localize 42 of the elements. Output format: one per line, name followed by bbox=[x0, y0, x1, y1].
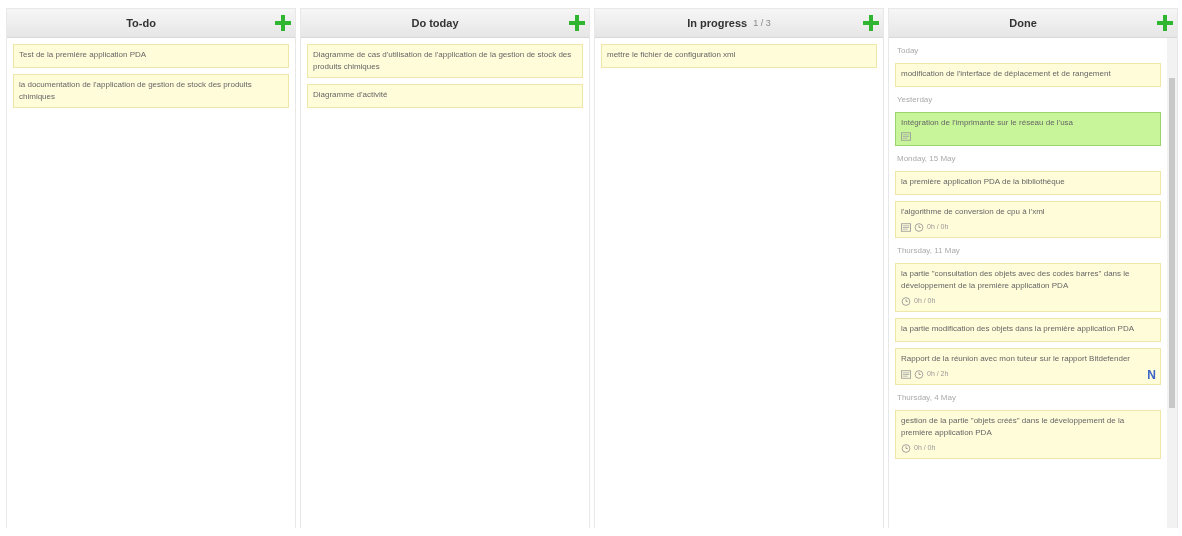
task-card[interactable]: la première application PDA de la bibliothèque bbox=[895, 171, 1161, 195]
task-card[interactable]: Intégration de l'imprimante sur le réseau de l'usa bbox=[895, 112, 1161, 146]
date-label: Monday, 15 May bbox=[896, 153, 957, 165]
task-card[interactable]: mettre le fichier de configuration xml bbox=[601, 44, 877, 68]
card-text: l'algorithme de conversion de cpu à l'xml bbox=[901, 207, 1045, 216]
card-text: gestion de la partie "objets créés" dans le développement de la première application PDA bbox=[901, 416, 1125, 437]
card-text: Intégration de l'imprimante sur le réseau de l'usa bbox=[901, 118, 1074, 127]
card-text: la première application PDA de la bibliothèque bbox=[901, 177, 1065, 186]
card-text: mettre le fichier de configuration xml bbox=[607, 50, 736, 59]
wip-count: 1 / 3 bbox=[753, 18, 771, 28]
add-icon[interactable] bbox=[1157, 15, 1173, 31]
task-card[interactable]: modification de l'interface de déplacement et de rangement bbox=[895, 63, 1161, 87]
task-card[interactable]: Diagramme de cas d'utilisation de l'application de la gestion de stock des produits chimiques bbox=[307, 44, 583, 78]
date-label: Thursday, 11 May bbox=[896, 245, 961, 257]
card-text: modification de l'interface de déplacement et de rangement bbox=[901, 69, 1111, 78]
card-text: Diagramme d'activité bbox=[313, 90, 388, 99]
date-label: Thursday, 4 May bbox=[896, 392, 957, 404]
task-card[interactable]: Diagramme d'activité bbox=[307, 84, 583, 108]
column-title: In progress bbox=[687, 17, 748, 29]
task-card[interactable]: la partie modification des objets dans la première application PDA bbox=[895, 318, 1161, 342]
clock-icon bbox=[914, 222, 924, 232]
card-text: Diagramme de cas d'utilisation de l'application de la gestion de stock des produits chimiques bbox=[313, 50, 572, 71]
card-text: Test de la première application PDA bbox=[19, 50, 147, 59]
column-title: To-do bbox=[126, 17, 156, 29]
clock-icon bbox=[901, 296, 911, 306]
card-text: la partie "consultation des objets avec des codes barres" dans le développement de la première application PDA bbox=[901, 269, 1130, 290]
add-icon[interactable] bbox=[275, 15, 291, 31]
date-label: Today bbox=[896, 45, 920, 57]
date-label: Yesterday bbox=[896, 94, 934, 106]
clock-icon bbox=[901, 443, 911, 453]
add-icon[interactable] bbox=[569, 15, 585, 31]
card-text: la partie modification des objets dans la première application PDA bbox=[901, 324, 1134, 333]
task-card[interactable]: la documentation de l'application de gestion de stock des produits chimiques bbox=[13, 74, 289, 108]
clock-icon bbox=[914, 369, 924, 379]
column-title: Do today bbox=[411, 17, 459, 29]
scrollbar[interactable] bbox=[1167, 38, 1177, 528]
new-label: N bbox=[1147, 369, 1156, 381]
task-card[interactable]: Test de la première application PDA bbox=[13, 44, 289, 68]
column-title: Done bbox=[1009, 17, 1037, 29]
card-text: Rapport de la réunion avec mon tuteur sur le rapport Bitdefender bbox=[901, 354, 1131, 363]
card-text: la documentation de l'application de gestion de stock des produits chimiques bbox=[19, 80, 252, 101]
add-icon[interactable] bbox=[863, 15, 879, 31]
